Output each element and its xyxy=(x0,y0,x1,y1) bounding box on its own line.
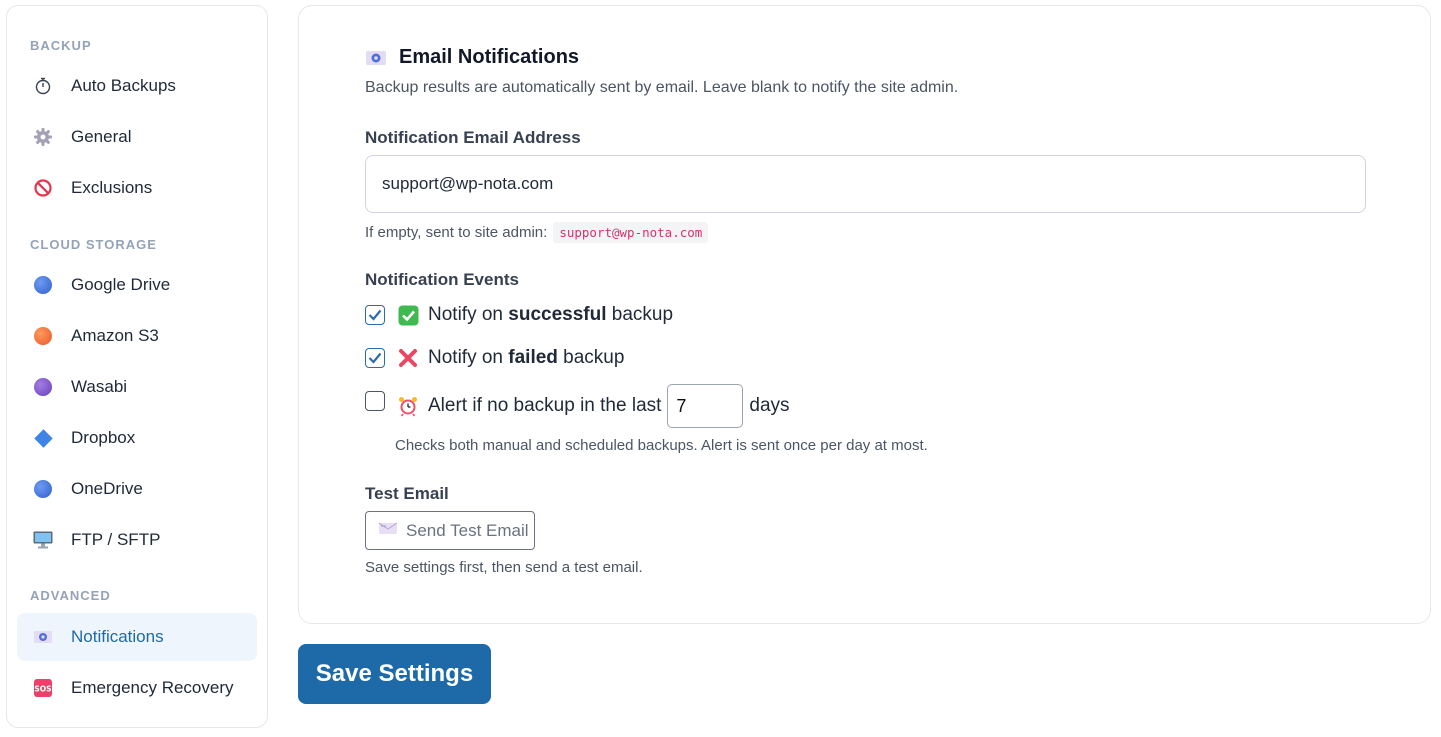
test-email-hint: Save settings first, then send a test em… xyxy=(365,559,643,576)
envelope-icon xyxy=(378,520,398,541)
svg-text:SOS: SOS xyxy=(34,685,51,694)
save-settings-button[interactable]: Save Settings xyxy=(298,644,491,704)
blue-diamond-icon xyxy=(33,428,53,448)
sidebar-item-google-drive[interactable]: Google Drive xyxy=(17,261,257,309)
alert-no-backup-checkbox[interactable] xyxy=(365,391,385,411)
section-title-backup: BACKUP xyxy=(30,38,92,53)
email-icon xyxy=(365,49,387,67)
sidebar-item-wasabi[interactable]: Wasabi xyxy=(17,363,257,411)
sidebar-item-emergency-recovery[interactable]: SOS Emergency Recovery xyxy=(17,664,257,712)
notify-failed-checkbox[interactable] xyxy=(365,348,385,368)
section-description: Backup results are automatically sent by… xyxy=(365,79,959,96)
events-label: Notification Events xyxy=(365,270,519,289)
desktop-computer-icon xyxy=(33,530,53,550)
purple-circle-icon xyxy=(33,377,53,397)
event-row-failed: Notify on failed backup xyxy=(365,347,624,369)
blue-circle-icon xyxy=(33,275,53,295)
sidebar-item-ftp-sftp[interactable]: FTP / SFTP xyxy=(17,516,257,564)
sidebar-item-general[interactable]: General xyxy=(17,113,257,161)
email-hint: If empty, sent to site admin: support@wp-… xyxy=(365,222,709,243)
alert-days-unit: days xyxy=(749,395,790,416)
admin-email-code: support@wp-nota.com xyxy=(553,222,709,243)
sidebar-item-label: Amazon S3 xyxy=(71,326,159,345)
email-field-label: Notification Email Address xyxy=(365,128,581,147)
sidebar-item-label: Dropbox xyxy=(71,428,136,447)
notify-success-checkbox[interactable] xyxy=(365,305,385,325)
notify-success-label: Notify on successful backup xyxy=(428,304,674,325)
settings-sidebar: BACKUP Auto Backups General Exclusions C… xyxy=(6,5,268,728)
send-test-email-button[interactable]: Send Test Email xyxy=(365,511,535,550)
page-title: Email Notifications xyxy=(399,46,580,68)
event-row-success: Notify on successful backup xyxy=(365,304,673,326)
blue-circle-icon xyxy=(33,479,53,499)
send-test-email-label: Send Test Email xyxy=(406,520,529,540)
sidebar-item-label: Exclusions xyxy=(71,178,153,197)
sidebar-item-label: Wasabi xyxy=(71,377,128,396)
sidebar-item-dropbox[interactable]: Dropbox xyxy=(17,414,257,462)
section-title-cloud-storage: CLOUD STORAGE xyxy=(30,237,157,252)
gear-icon xyxy=(33,127,53,147)
sidebar-item-amazon-s3[interactable]: Amazon S3 xyxy=(17,312,257,360)
sidebar-item-label: Notifications xyxy=(71,627,164,646)
sidebar-item-label: Auto Backups xyxy=(71,76,176,95)
sidebar-item-notifications[interactable]: Notifications xyxy=(17,613,257,661)
orange-circle-icon xyxy=(33,326,53,346)
sidebar-item-label: FTP / SFTP xyxy=(71,530,161,549)
email-notifications-card: Email Notifications Backup results are a… xyxy=(298,5,1431,624)
sidebar-item-label: Google Drive xyxy=(71,275,171,294)
stopwatch-icon xyxy=(33,76,53,96)
notify-failed-label: Notify on failed backup xyxy=(428,347,625,368)
alarm-clock-icon xyxy=(397,395,419,417)
sidebar-item-label: General xyxy=(71,127,132,146)
test-email-label: Test Email xyxy=(365,484,449,503)
sidebar-item-label: Emergency Recovery xyxy=(71,678,234,697)
sidebar-item-label: OneDrive xyxy=(71,479,143,498)
alert-prefix-label: Alert if no backup in the last xyxy=(428,395,662,416)
alert-days-input[interactable] xyxy=(667,384,744,428)
event-row-alert: Alert if no backup in the last days xyxy=(365,384,790,428)
section-heading: Email Notifications xyxy=(365,46,579,69)
check-mark-button-icon xyxy=(397,304,419,326)
prohibited-icon xyxy=(33,178,53,198)
sos-icon: SOS xyxy=(33,678,53,698)
section-title-advanced: ADVANCED xyxy=(30,588,111,603)
email-hint-text: If empty, sent to site admin: xyxy=(365,224,548,241)
sidebar-item-onedrive[interactable]: OneDrive xyxy=(17,465,257,513)
cross-mark-icon xyxy=(397,347,419,369)
email-icon xyxy=(33,627,53,647)
alert-hint: Checks both manual and scheduled backups… xyxy=(395,437,928,454)
email-field[interactable] xyxy=(365,155,1366,213)
sidebar-item-exclusions[interactable]: Exclusions xyxy=(17,164,257,212)
sidebar-item-auto-backups[interactable]: Auto Backups xyxy=(17,62,257,110)
